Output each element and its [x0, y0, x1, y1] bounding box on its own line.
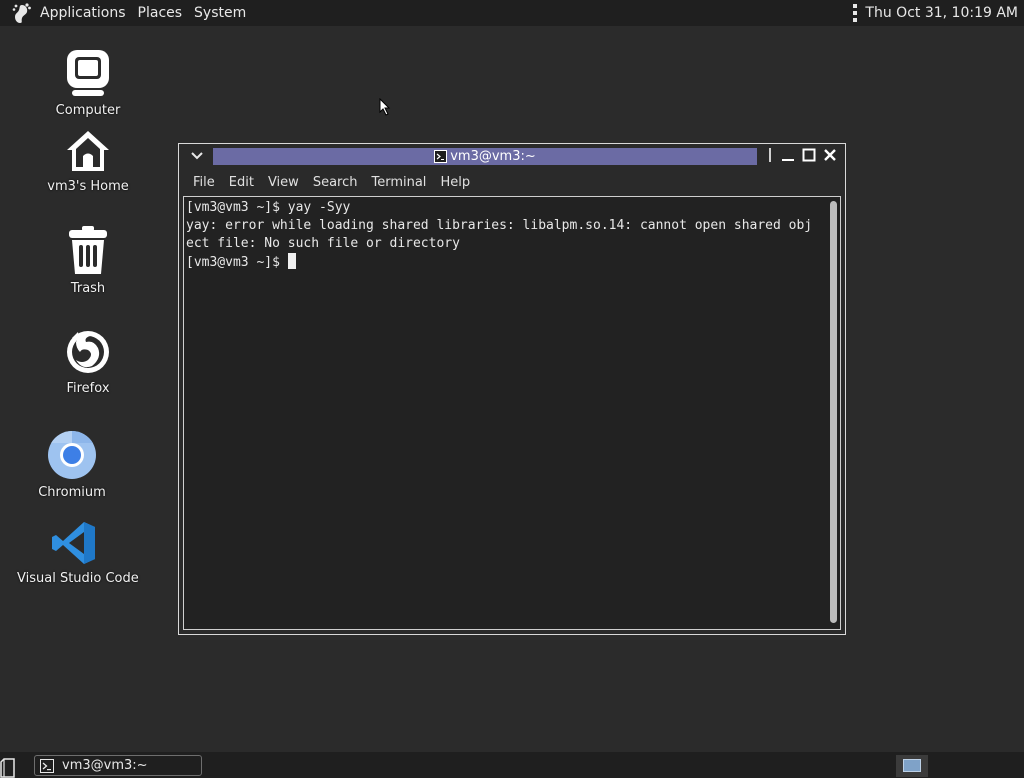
- firefox-icon: [67, 331, 109, 373]
- desktop-icon-label: Chromium: [38, 485, 106, 500]
- bottom-panel: vm3@vm3:~: [0, 752, 1024, 778]
- terminal-window[interactable]: vm3@vm3:~ File Edit View Search Terminal…: [178, 143, 846, 635]
- desktop-icon-chromium[interactable]: Chromium: [32, 430, 112, 501]
- desktop-icon-home[interactable]: vm3's Home: [38, 128, 138, 195]
- chevron-down-icon[interactable]: [189, 148, 205, 164]
- window-controls: [769, 148, 837, 162]
- terminal-output[interactable]: [vm3@vm3 ~]$ yay -Syy yay: error while lo…: [183, 196, 841, 630]
- vscode-icon: [52, 522, 95, 564]
- menu-help[interactable]: Help: [433, 171, 477, 195]
- chromium-icon: [48, 431, 96, 479]
- system-menu[interactable]: System: [188, 0, 252, 26]
- window-title: vm3@vm3:~: [450, 149, 536, 164]
- desktop-icon-label: Trash: [70, 281, 106, 296]
- home-icon: [67, 131, 109, 171]
- menu-search[interactable]: Search: [306, 171, 365, 195]
- trash-icon: [69, 226, 107, 274]
- taskbar-window-button[interactable]: vm3@vm3:~: [34, 755, 202, 776]
- terminal-text: [vm3@vm3 ~]$ yay -Syy yay: error while lo…: [186, 199, 826, 272]
- text-cursor: [287, 253, 296, 269]
- desktop-icon-trash[interactable]: Trash: [48, 226, 128, 297]
- menu-terminal[interactable]: Terminal: [364, 171, 433, 195]
- menu-view[interactable]: View: [261, 171, 306, 195]
- top-panel: Applications Places System Thu Oct 31, 1…: [0, 0, 1024, 26]
- mouse-pointer-icon: [379, 98, 391, 116]
- desktop-icon-vscode[interactable]: Visual Studio Code: [14, 520, 139, 587]
- terminal-icon: [434, 150, 448, 163]
- terminal-icon: [40, 758, 54, 773]
- scrollbar-thumb[interactable]: [830, 201, 837, 623]
- minimize-icon[interactable]: [781, 148, 795, 162]
- controls-separator: [769, 148, 771, 162]
- maximize-icon[interactable]: [802, 148, 816, 162]
- desktop-icon-label: Computer: [55, 103, 121, 118]
- terminal-line: ect file: No such file or directory: [186, 236, 460, 251]
- desktop-icon-label: vm3's Home: [47, 179, 129, 194]
- desktop-icon-label: Visual Studio Code: [17, 571, 139, 586]
- close-icon[interactable]: [823, 148, 837, 162]
- window-title-bar[interactable]: vm3@vm3:~: [213, 148, 757, 165]
- window-titlebar[interactable]: vm3@vm3:~: [179, 144, 845, 169]
- computer-icon: [67, 50, 109, 96]
- terminal-line: yay: error while loading shared librarie…: [186, 218, 813, 233]
- workspace-switcher[interactable]: [896, 755, 928, 777]
- terminal-menubar: File Edit View Search Terminal Help: [183, 171, 841, 195]
- menu-edit[interactable]: Edit: [222, 171, 261, 195]
- desktop-icon-firefox[interactable]: Firefox: [48, 328, 128, 397]
- terminal-line: [vm3@vm3 ~]$ yay -Syy: [186, 200, 351, 215]
- show-desktop-icon[interactable]: [0, 756, 22, 778]
- scrollbar[interactable]: [830, 201, 837, 623]
- desktop-icon-computer[interactable]: Computer: [48, 48, 128, 119]
- gnome-foot-icon[interactable]: [10, 2, 32, 24]
- taskbar-window-label: vm3@vm3:~: [62, 758, 148, 773]
- menu-file[interactable]: File: [183, 171, 222, 195]
- places-menu[interactable]: Places: [132, 0, 189, 26]
- terminal-prompt-line: [vm3@vm3 ~]$: [186, 253, 826, 272]
- workspace-1[interactable]: [903, 759, 921, 772]
- applications-menu[interactable]: Applications: [34, 0, 132, 26]
- terminal-prompt: [vm3@vm3 ~]$: [186, 255, 288, 270]
- desktop-icon-label: Firefox: [66, 381, 110, 396]
- kebab-menu-icon[interactable]: [853, 4, 858, 22]
- clock[interactable]: Thu Oct 31, 10:19 AM: [865, 5, 1024, 21]
